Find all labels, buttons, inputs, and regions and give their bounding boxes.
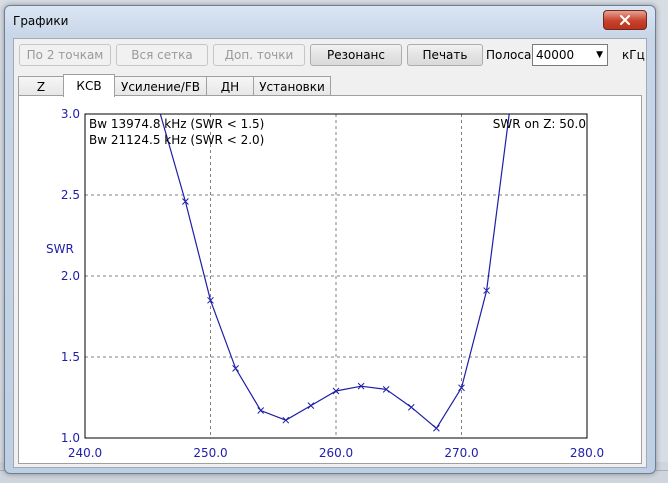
charts-window: Графики По 2 точкам Вся сетка Доп. точки… <box>4 5 656 474</box>
chart-ticks: 240.0 250.0 260.0 270.0 280.0 1.0 1.5 2.0 2.5 3.0 <box>61 107 604 460</box>
tab-settings[interactable]: Установки <box>253 76 331 96</box>
full-grid-button[interactable]: Вся сетка <box>116 44 208 66</box>
ylabel: SWR <box>46 242 74 256</box>
chart-grid <box>85 114 587 438</box>
tab-gain-fb[interactable]: Усиление/FB <box>114 76 207 96</box>
y-tick-label: 3.0 <box>61 107 80 121</box>
window-client: По 2 точкам Вся сетка Доп. точки Резонан… <box>13 38 647 468</box>
tab-pattern[interactable]: ДН <box>206 76 254 96</box>
x-tick-label: 260.0 <box>319 446 353 460</box>
extra-points-button[interactable]: Доп. точки <box>213 44 305 66</box>
swr-chart: 240.0 250.0 260.0 270.0 280.0 1.0 1.5 2.0 2.5 3.0… <box>46 107 604 460</box>
window-title: Графики <box>13 14 69 28</box>
y-tick-label: 1.0 <box>61 431 80 445</box>
data-point-marker <box>282 416 290 424</box>
band-unit: кГц <box>622 48 645 62</box>
band-value: 40000 <box>536 48 575 62</box>
x-tick-label: 280.0 <box>570 446 604 460</box>
bandwidth-annotation-2: Bw 21124.5 kHz (SWR < 2.0) <box>89 133 264 147</box>
by-2-points-button[interactable]: По 2 точкам <box>19 44 111 66</box>
swr-tab-panel: 240.0 250.0 260.0 270.0 280.0 1.0 1.5 2.0 2.5 3.0… <box>18 95 642 464</box>
band-label: Полоса <box>486 48 532 62</box>
y-tick-label: 2.5 <box>61 188 80 202</box>
y-tick-label: 1.5 <box>61 350 80 364</box>
swr-curve <box>159 114 510 430</box>
close-icon <box>620 15 630 25</box>
data-point-marker <box>257 407 265 414</box>
tab-z[interactable]: Z <box>18 76 64 96</box>
x-tick-label: 240.0 <box>68 446 102 460</box>
band-select[interactable]: 40000 ▼ <box>532 44 608 66</box>
bandwidth-annotation-1: Bw 13974.8 kHz (SWR < 1.5) <box>89 117 264 131</box>
x-tick-label: 270.0 <box>444 446 478 460</box>
data-point-marker <box>407 403 415 411</box>
data-point-marker <box>232 364 239 372</box>
swr-on-z-annotation: SWR on Z: 50.0 <box>493 117 586 131</box>
data-point-marker <box>307 402 315 409</box>
print-button[interactable]: Печать <box>407 44 483 66</box>
y-tick-label: 2.0 <box>61 269 80 283</box>
x-tick-label: 250.0 <box>193 446 227 460</box>
resonance-button[interactable]: Резонанс <box>310 44 402 66</box>
close-button[interactable] <box>603 10 647 30</box>
data-point-marker <box>433 424 440 432</box>
tab-swr[interactable]: КСВ <box>63 74 115 97</box>
chevron-down-icon: ▼ <box>596 50 603 60</box>
